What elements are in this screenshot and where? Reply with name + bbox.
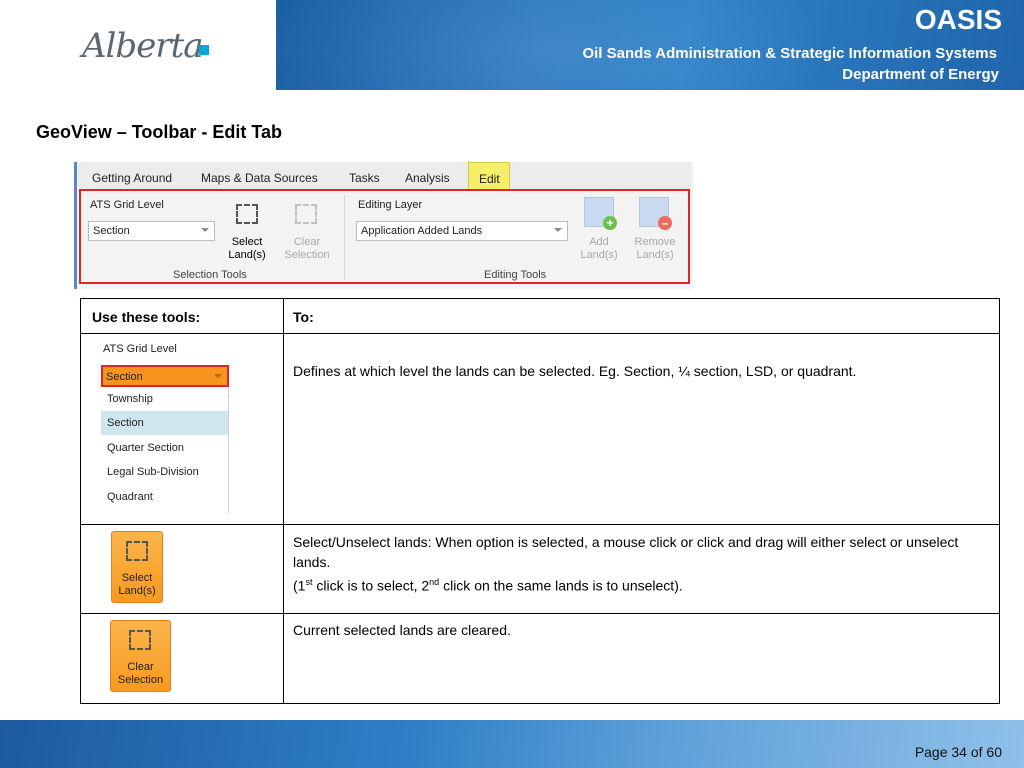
select-description-line2: (1st click is to select, 2nd click on th… bbox=[293, 577, 683, 594]
clear-selection-button[interactable]: Clear Selection bbox=[279, 236, 335, 262]
dropdown-selected-value: Section bbox=[106, 371, 143, 383]
remove-lands-icon: – bbox=[639, 197, 672, 230]
group-divider bbox=[344, 195, 345, 280]
ats-dropdown-illustration: ATS Grid Level Section Township Section … bbox=[101, 335, 231, 513]
select-lands-button[interactable]: Select Land(s) bbox=[223, 236, 271, 262]
alberta-logo-mark bbox=[199, 45, 209, 55]
clear-selection-line2: Selection bbox=[284, 249, 330, 261]
ats-grid-level-value: Section bbox=[93, 225, 130, 237]
row-description: Defines at which level the lands can be … bbox=[293, 363, 857, 379]
clear-selection-label: Clear Selection bbox=[111, 661, 170, 687]
select-lands-label: Select Land(s) bbox=[112, 572, 162, 598]
add-lands-line2: Land(s) bbox=[580, 249, 618, 261]
select-lands-icon bbox=[126, 541, 148, 561]
brand-subtitle: Oil Sands Administration & Strategic Inf… bbox=[582, 45, 997, 62]
tab-edit-label: Edit bbox=[479, 172, 500, 186]
tab-tasks[interactable]: Tasks bbox=[349, 171, 380, 185]
remove-lands-line2: Land(s) bbox=[636, 249, 674, 261]
editing-layer-label: Editing Layer bbox=[358, 199, 423, 211]
tab-maps-data-sources[interactable]: Maps & Data Sources bbox=[201, 171, 318, 185]
select-lands-line2: Land(s) bbox=[118, 585, 156, 597]
select-lands-button-illustration: Select Land(s) bbox=[111, 531, 163, 603]
remove-lands-button[interactable]: Remove Land(s) bbox=[627, 236, 683, 262]
row-description: Current selected lands are cleared. bbox=[293, 622, 511, 638]
column-divider bbox=[283, 299, 284, 703]
chevron-down-icon bbox=[201, 228, 209, 232]
plus-icon: + bbox=[603, 216, 617, 230]
tools-table: Use these tools: To: ATS Grid Level Sect… bbox=[80, 298, 1000, 704]
select-lands-icon[interactable] bbox=[236, 204, 258, 224]
dropdown-option[interactable]: Quadrant bbox=[101, 485, 228, 509]
ats-grid-level-label: ATS Grid Level bbox=[90, 199, 164, 211]
dropdown-option-selected[interactable]: Section bbox=[101, 411, 228, 435]
remove-lands-line1: Remove bbox=[634, 236, 676, 248]
clear-selection-line2: Selection bbox=[117, 674, 164, 686]
column-header-to: To: bbox=[293, 309, 314, 325]
alberta-logo: Alberta bbox=[82, 26, 203, 66]
editing-tools-group-label: Editing Tools bbox=[484, 269, 547, 281]
dropdown-options: Township Section Quarter Section Legal S… bbox=[101, 387, 229, 513]
selection-tools-group-label: Selection Tools bbox=[173, 269, 247, 281]
select-lands-line1: Select bbox=[231, 236, 263, 248]
add-lands-icon: + bbox=[584, 197, 617, 230]
dropdown-option[interactable]: Township bbox=[101, 387, 228, 411]
department-name: Department of Energy bbox=[842, 66, 999, 83]
clear-selection-line1: Clear bbox=[293, 236, 321, 248]
select-lands-line2: Land(s) bbox=[228, 249, 266, 261]
dropdown-option[interactable]: Legal Sub-Division bbox=[101, 460, 228, 484]
dropdown-option[interactable]: Quarter Section bbox=[101, 436, 228, 460]
page-title: GeoView – Toolbar - Edit Tab bbox=[36, 122, 283, 142]
page-number: Page 34 of 60 bbox=[914, 744, 1002, 760]
dropdown-selected-box[interactable]: Section bbox=[101, 365, 229, 387]
clear-selection-icon bbox=[129, 630, 151, 650]
row-description: Select/Unselect lands: When option is se… bbox=[293, 532, 983, 596]
geoview-toolbar: Getting Around Maps & Data Sources Tasks… bbox=[74, 162, 693, 289]
editing-layer-select[interactable]: Application Added Lands bbox=[356, 221, 568, 241]
add-lands-button[interactable]: Add Land(s) bbox=[575, 236, 623, 262]
ats-grid-level-select[interactable]: Section bbox=[88, 221, 215, 241]
tab-analysis[interactable]: Analysis bbox=[405, 171, 450, 185]
clear-selection-button-illustration: Clear Selection bbox=[110, 620, 171, 692]
dropdown-title: ATS Grid Level bbox=[103, 343, 177, 355]
minus-icon: – bbox=[658, 216, 672, 230]
row-divider bbox=[81, 613, 999, 614]
clear-selection-icon bbox=[295, 204, 317, 224]
brand-title: OASIS bbox=[914, 4, 1002, 35]
select-description-line1: Select/Unselect lands: When option is se… bbox=[293, 534, 959, 570]
row-divider bbox=[81, 524, 999, 525]
header-logo-area: Alberta bbox=[0, 0, 276, 90]
tab-edit[interactable]: Edit bbox=[468, 162, 510, 190]
editing-layer-value: Application Added Lands bbox=[361, 225, 483, 237]
add-lands-line1: Add bbox=[589, 236, 609, 248]
row-divider bbox=[81, 333, 999, 334]
column-header-tools: Use these tools: bbox=[92, 309, 201, 325]
toolbar-tabs: Getting Around Maps & Data Sources Tasks… bbox=[77, 162, 691, 191]
select-lands-line1: Select bbox=[121, 572, 153, 584]
clear-selection-line1: Clear bbox=[127, 661, 154, 673]
footer-banner: Page 34 of 60 bbox=[0, 720, 1024, 768]
tab-getting-around[interactable]: Getting Around bbox=[92, 171, 172, 185]
header-banner: OASIS Oil Sands Administration & Strateg… bbox=[276, 0, 1024, 90]
chevron-down-icon bbox=[554, 228, 562, 232]
chevron-down-icon bbox=[214, 374, 222, 378]
